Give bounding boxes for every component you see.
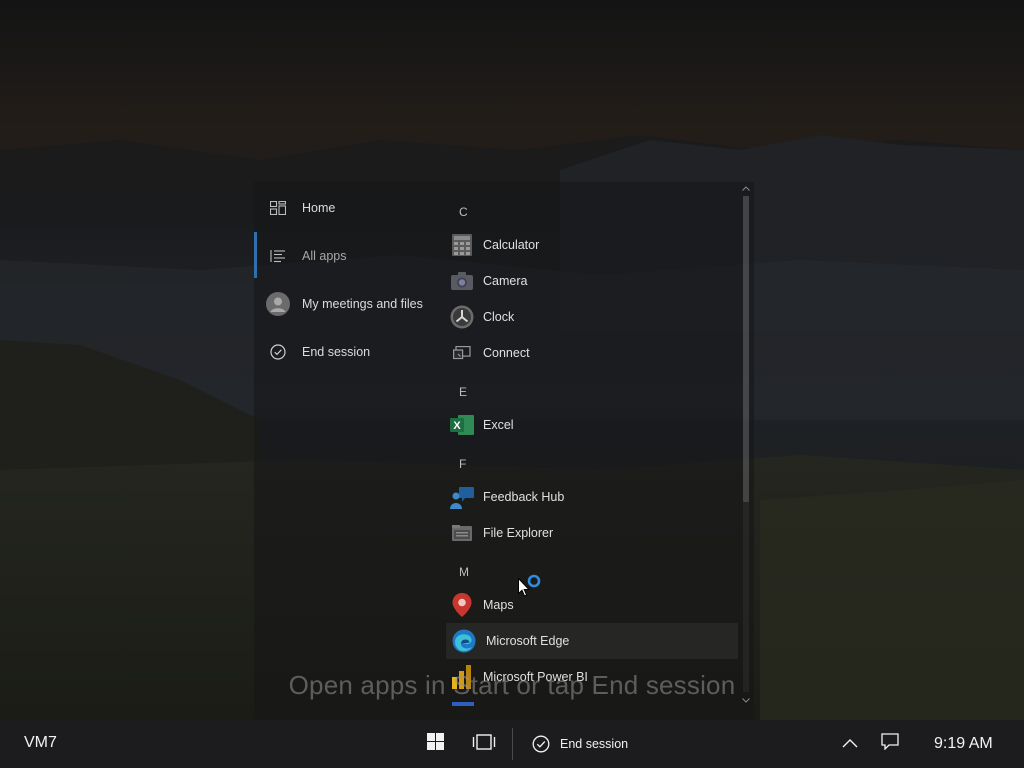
scroll-up-arrow-icon[interactable] — [740, 182, 752, 194]
chevron-up-icon — [842, 735, 858, 753]
camera-icon — [450, 269, 474, 293]
end-session-label: End session — [560, 737, 629, 751]
taskbar-clock[interactable]: 9:19 AM — [934, 735, 993, 753]
app-list-scrollbar[interactable] — [740, 182, 752, 710]
all-apps-list[interactable]: C Calculator Camera Clock Connect E X Ex… — [444, 182, 740, 720]
app-file-explorer-label: File Explorer — [483, 526, 554, 540]
app-connect[interactable]: Connect — [446, 336, 738, 370]
letter-header-c[interactable]: C — [459, 205, 468, 219]
map-pin-icon — [450, 593, 474, 617]
user-avatar-icon — [266, 292, 290, 316]
check-circle-icon — [532, 735, 550, 753]
app-calculator-label: Calculator — [483, 238, 540, 252]
nav-end-session-label: End session — [302, 345, 371, 359]
nav-all-apps[interactable]: All apps — [254, 232, 444, 278]
active-indicator — [254, 232, 257, 278]
app-maps[interactable]: Maps — [446, 588, 738, 622]
mouse-pointer-icon — [518, 577, 531, 602]
start-menu: Home All apps My meetings and files End … — [254, 182, 754, 720]
show-hidden-icons-button[interactable] — [836, 720, 864, 768]
nav-end-session[interactable]: End session — [254, 332, 444, 372]
check-circle-icon — [266, 340, 290, 364]
app-feedback-hub-label: Feedback Hub — [483, 490, 565, 504]
letter-header-m[interactable]: M — [459, 565, 469, 579]
app-camera[interactable]: Camera — [446, 264, 738, 298]
nav-home[interactable]: Home — [254, 188, 444, 228]
app-excel[interactable]: X Excel — [446, 408, 738, 442]
connect-icon — [450, 341, 474, 365]
app-clock[interactable]: Clock — [446, 300, 738, 334]
windows-logo-icon — [426, 733, 444, 755]
notification-icon — [881, 733, 899, 755]
app-excel-label: Excel — [483, 418, 514, 432]
start-button[interactable] — [418, 720, 452, 768]
home-tiles-icon — [266, 196, 290, 220]
letter-header-f[interactable]: F — [459, 457, 466, 471]
letter-header-e[interactable]: E — [459, 385, 467, 399]
app-calculator[interactable]: Calculator — [446, 228, 738, 262]
app-microsoft-edge-label: Microsoft Edge — [486, 634, 570, 648]
app-microsoft-edge[interactable]: Microsoft Edge — [446, 623, 738, 659]
calculator-icon — [450, 233, 474, 257]
app-camera-label: Camera — [483, 274, 528, 288]
list-icon — [266, 244, 290, 268]
nav-all-apps-label: All apps — [302, 249, 347, 263]
kiosk-hint-text: Open apps in Start or tap End session — [288, 670, 736, 700]
svg-text:X: X — [453, 420, 461, 432]
app-maps-label: Maps — [483, 598, 514, 612]
clock-icon — [450, 305, 474, 329]
next-app-icon-partial — [452, 702, 474, 706]
app-clock-label: Clock — [483, 310, 515, 324]
nav-home-label: Home — [302, 201, 336, 215]
edge-icon — [452, 629, 476, 653]
feedback-hub-icon — [450, 485, 474, 509]
app-feedback-hub[interactable]: Feedback Hub — [446, 480, 738, 514]
excel-icon: X — [450, 413, 474, 437]
action-center-button[interactable] — [876, 720, 904, 768]
app-file-explorer[interactable]: File Explorer — [446, 516, 738, 550]
nav-my-meetings-label: My meetings and files — [302, 297, 423, 311]
app-connect-label: Connect — [483, 346, 530, 360]
end-session-button[interactable]: End session — [524, 720, 642, 768]
scroll-thumb[interactable] — [743, 196, 749, 502]
folder-icon — [450, 521, 474, 545]
taskbar-divider — [512, 728, 513, 760]
task-view-button[interactable] — [467, 720, 501, 768]
vm-name-label: VM7 — [24, 734, 57, 751]
nav-my-meetings[interactable]: My meetings and files — [254, 284, 444, 324]
taskbar: VM7 End session 9:19 AM — [0, 720, 1024, 768]
task-view-icon — [472, 733, 496, 755]
